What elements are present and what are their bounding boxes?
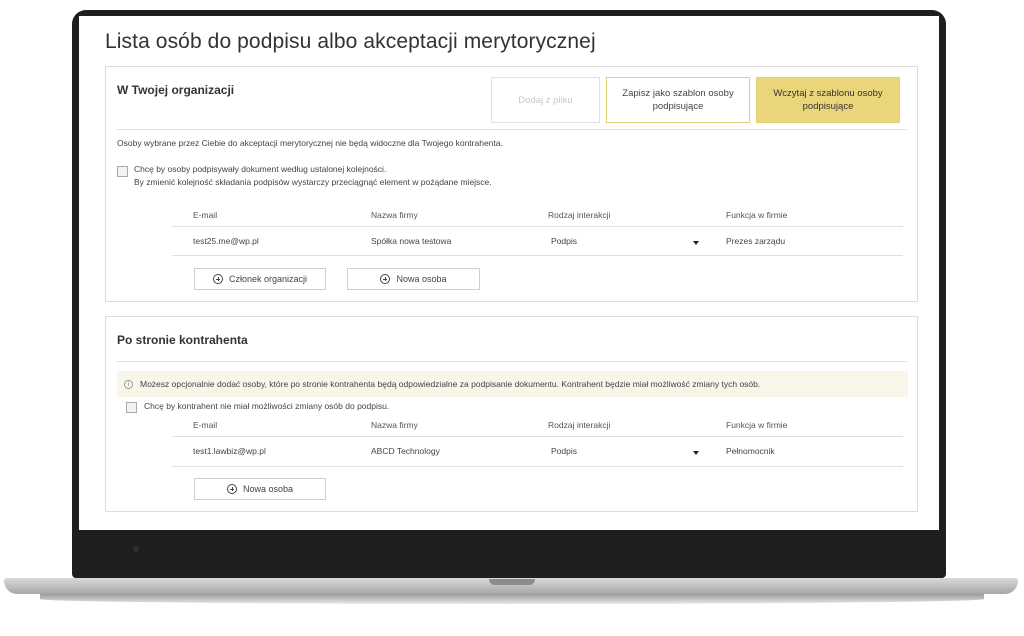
add-person-label: Nowa osoba [242,484,294,494]
row-role: Prezes zarządu [726,236,786,246]
load-template-button[interactable]: Wczytaj z szablonu osoby podpisujące [756,77,900,123]
table-row-line [172,466,903,467]
lock-changes-checkbox[interactable] [126,402,137,413]
save-template-button[interactable]: Zapisz jako szablon osoby podpisujące [606,77,750,123]
row-company: ABCD Technology [371,446,440,456]
col-interaction: Rodzaj interakcji [548,420,611,430]
organization-panel: W Twojej organizacji Dodaj z pliku Zapis… [105,66,918,302]
info-icon: i [124,379,133,389]
interaction-dropdown-icon[interactable] [693,241,699,245]
add-member-button[interactable]: Członek organizacji [194,268,326,290]
col-company: Nazwa firmy [371,420,418,430]
counterparty-heading: Po stronie kontrahenta [117,333,248,347]
table-header-line [172,436,903,437]
order-checkbox-label: Chcę by osoby podpisywały dokument wedłu… [134,164,387,174]
table-header-line [172,226,903,227]
organization-note: Osoby wybrane przez Ciebie do akceptacji… [117,138,503,148]
row-company: Spółka nowa testowa [371,236,452,246]
add-person-label: Nowa osoba [396,274,447,284]
plus-circle-icon [380,274,391,284]
plus-circle-icon [212,274,223,284]
interaction-select-value[interactable]: Podpis [551,446,577,456]
row-email: test1.lawbiz@wp.pl [193,446,266,456]
plus-circle-icon [226,484,237,494]
col-role: Funkcja w firmie [726,420,788,430]
order-checkbox-hint: By zmienić kolejność składania podpisów … [134,177,492,187]
counterparty-info-text: Możesz opcjonalnie dodać osoby, które po… [140,379,761,389]
col-company: Nazwa firmy [371,210,418,220]
webcam-dot [133,546,139,552]
row-email: test25.me@wp.pl [193,236,259,246]
col-email: E-mail [193,420,218,430]
add-from-file-button[interactable]: Dodaj z pliku [491,77,600,123]
col-email: E-mail [193,210,218,220]
table-row-line [172,255,903,256]
counterparty-divider [116,361,907,362]
laptop-notch [489,579,535,585]
col-role: Funkcja w firmie [726,210,788,220]
page-title: Lista osób do podpisu albo akceptacji me… [105,30,596,53]
row-role: Pełnomocnik [726,446,775,456]
col-interaction: Rodzaj interakcji [548,210,611,220]
counterparty-panel: Po stronie kontrahenta i Możesz opcjonal… [105,316,918,512]
organization-heading: W Twojej organizacji [117,83,235,97]
order-checkbox[interactable] [117,166,128,177]
laptop-shadow [40,594,984,604]
interaction-dropdown-icon[interactable] [693,451,699,455]
add-counterparty-person-button[interactable]: Nowa osoba [194,478,326,500]
add-person-button[interactable]: Nowa osoba [347,268,480,290]
screen: Lista osób do podpisu albo akceptacji me… [79,16,939,530]
organization-divider [116,129,907,130]
counterparty-info-banner: i Możesz opcjonalnie dodać osoby, które … [117,371,908,397]
add-member-label: Członek organizacji [228,274,308,284]
interaction-select-value[interactable]: Podpis [551,236,577,246]
lock-changes-label: Chcę by kontrahent nie miał możliwości z… [144,401,390,411]
